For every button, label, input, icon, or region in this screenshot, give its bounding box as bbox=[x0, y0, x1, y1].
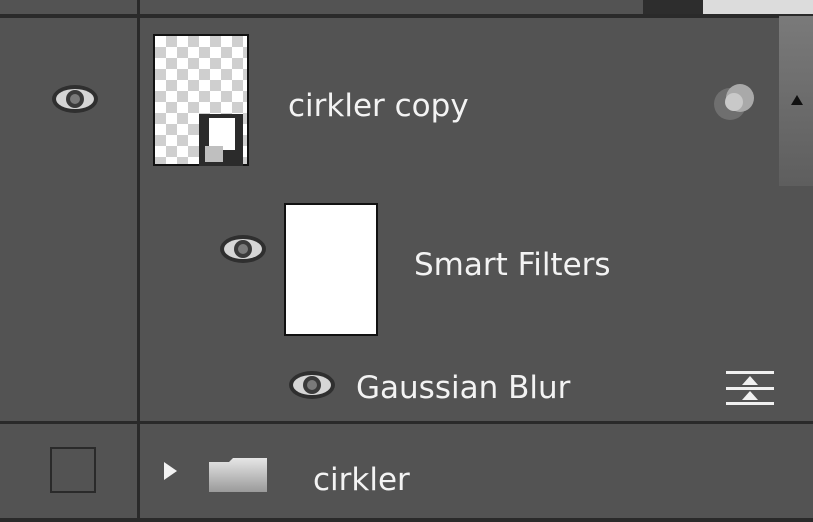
smart-filter-mask-thumbnail[interactable] bbox=[284, 203, 378, 336]
layer-name[interactable]: cirkler bbox=[313, 462, 410, 498]
divider-bottom bbox=[0, 518, 813, 522]
smart-object-badge-icon bbox=[199, 114, 243, 166]
filter-name[interactable]: Gaussian Blur bbox=[356, 370, 570, 406]
visibility-checkbox[interactable] bbox=[50, 447, 96, 493]
folder-icon bbox=[209, 458, 267, 492]
eye-icon[interactable] bbox=[50, 82, 100, 116]
divider-top bbox=[0, 14, 813, 18]
visibility-column-divider bbox=[137, 0, 140, 522]
eye-icon[interactable] bbox=[287, 368, 337, 402]
triangle-right-icon[interactable] bbox=[162, 461, 178, 481]
top-strip-dark bbox=[643, 0, 703, 14]
layer-name[interactable]: Smart Filters bbox=[414, 247, 611, 283]
divider-bottom-group bbox=[0, 421, 813, 424]
scrollbar[interactable] bbox=[779, 16, 813, 186]
top-strip-light bbox=[703, 0, 813, 14]
top-strip bbox=[0, 0, 813, 14]
scroll-up-arrow-icon[interactable] bbox=[790, 94, 804, 106]
layer-name[interactable]: cirkler copy bbox=[288, 88, 469, 124]
eye-icon[interactable] bbox=[218, 232, 268, 266]
filter-blending-options-icon[interactable] bbox=[724, 367, 776, 407]
fx-circles-icon[interactable] bbox=[711, 78, 757, 124]
